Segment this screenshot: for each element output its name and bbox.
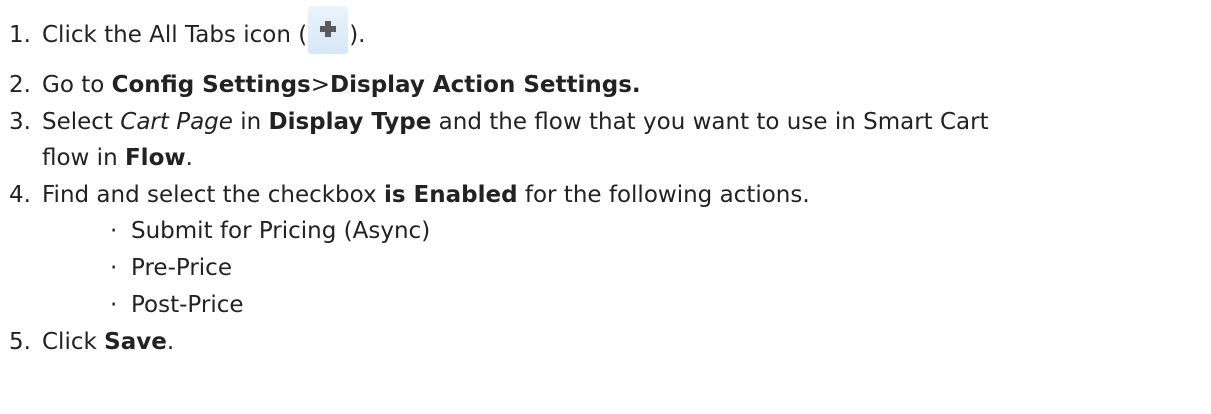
field-display-type: Display Type [268,109,432,135]
step-text: Go to [42,72,112,98]
list-item: · Pre-Price [0,250,1211,287]
value-cart-page: Cart Page [120,109,233,135]
menu-path-display-action-settings: Display Action Settings. [330,72,641,98]
all-tabs-plus-icon [308,5,349,54]
step-number: 4. [9,182,31,208]
action-name: Post-Price [131,292,244,318]
step-text: in [232,109,269,135]
step-text: . [166,329,175,355]
bullet: · [110,255,118,281]
step-text: Find and select the checkbox [42,182,384,208]
action-name: Submit for Pricing (Async) [131,218,431,244]
path-separator: > [310,72,331,98]
step-number: 2. [9,72,31,98]
step-text: . [185,145,193,171]
instruction-list: 1. Click the All Tabs icon (). 2. Go to … [0,4,1211,360]
action-list: · Submit for Pricing (Async) · Pre-Price ·… [0,213,1211,324]
step-number: 1. [9,22,31,48]
step-3: 3. Select Cart Page in Display Type and … [0,104,1211,176]
step-5: 5. Click Save. [0,324,1211,360]
step-text: Click the All Tabs icon ( [42,22,308,48]
step-number: 5. [9,329,31,355]
field-flow: Flow [124,145,186,171]
bullet: · [110,218,118,244]
step-1: 1. Click the All Tabs icon (). [0,4,1211,66]
step-text: for the following actions. [517,182,810,208]
step-text: Click [42,329,105,355]
step-text: flow in [42,145,125,171]
menu-path-config-settings: Config Settings [111,72,311,98]
action-name: Pre-Price [131,255,232,281]
list-item: · Submit for Pricing (Async) [0,213,1211,250]
bullet: · [110,292,118,318]
step-text: and the flow that you want to use in Sma… [431,109,989,135]
step-text: ). [349,22,366,48]
step-text: Select [42,109,121,135]
step-2: 2. Go to Config Settings>Display Action … [0,67,1211,103]
field-is-enabled: is Enabled [383,182,518,208]
button-name-save: Save [104,329,167,355]
step-4: 4. Find and select the checkbox is Enabl… [0,177,1211,213]
list-item: · Post-Price [0,287,1211,324]
step-number: 3. [9,109,31,135]
